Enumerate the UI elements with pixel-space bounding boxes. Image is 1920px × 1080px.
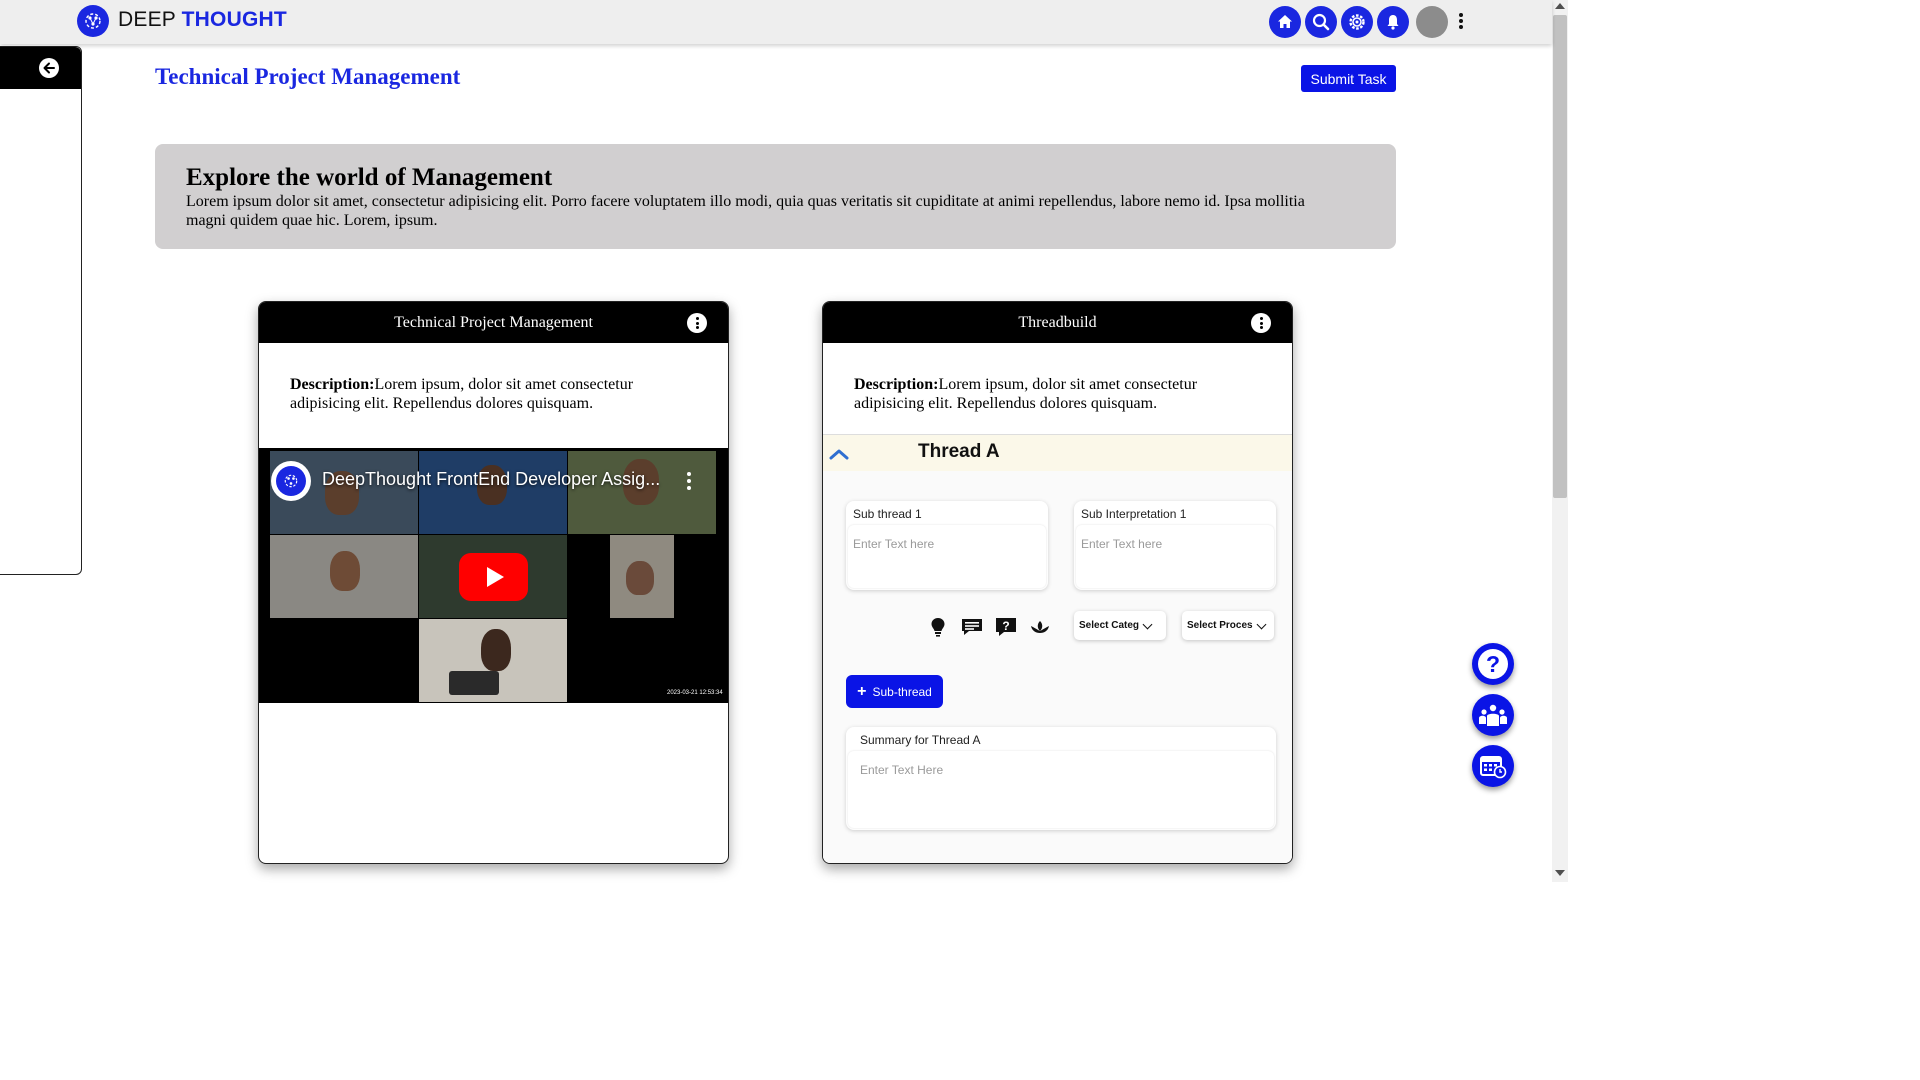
channel-logo-icon[interactable] (271, 461, 311, 501)
card-header: Technical Project Management (259, 302, 728, 343)
kebab-menu-icon[interactable] (1454, 10, 1468, 32)
banner-heading: Explore the world of Management (186, 164, 553, 191)
search-icon[interactable] (1305, 6, 1337, 38)
description-label: Description: (854, 376, 939, 393)
avatar[interactable] (1416, 6, 1448, 38)
summary-placeholder: Enter Text Here (860, 763, 944, 777)
summary-label: Summary for Thread A (860, 733, 981, 747)
sub-interpretation-placeholder: Enter Text here (1081, 537, 1163, 551)
video-tile (419, 619, 567, 702)
card-title: Technical Project Management (394, 313, 593, 331)
brand-word-2: THOUGHT (181, 8, 287, 31)
video-tile (270, 535, 418, 618)
calendar-clock-icon[interactable] (1472, 745, 1514, 787)
video-tile (568, 451, 716, 534)
chevron-down-icon (1142, 619, 1153, 629)
side-panel-header (0, 47, 81, 89)
brand-name[interactable]: DEEP THOUGHT (118, 8, 287, 32)
svg-text:?: ? (1486, 651, 1500, 677)
thread-builder: Thread A Sub thread 1 Enter Text here Su… (823, 434, 1292, 863)
submit-task-button[interactable]: Submit Task (1301, 65, 1396, 92)
card-kebab-icon[interactable] (1251, 313, 1271, 333)
add-sub-thread-label: Sub-thread (872, 684, 932, 699)
sub-thread-label: Sub thread 1 (853, 507, 922, 521)
sub-thread-box: Sub thread 1 Enter Text here (846, 501, 1048, 590)
description-label: Description: (290, 376, 375, 393)
card-description: Description:Lorem ipsum, dolor sit amet … (854, 375, 1254, 413)
card-threadbuild: Threadbuild Description:Lorem ipsum, dol… (822, 301, 1293, 864)
help-question-icon[interactable]: ? (1472, 643, 1514, 685)
brand-word-1: DEEP (118, 8, 176, 31)
deepthought-logo-icon[interactable] (77, 5, 109, 37)
lightbulb-icon[interactable] (927, 616, 949, 638)
sub-thread-input[interactable] (848, 525, 1046, 588)
video-kebab-icon[interactable] (687, 472, 691, 490)
settings-icon[interactable] (1341, 6, 1373, 38)
back-arrow-icon[interactable] (39, 58, 59, 78)
card-header: Threadbuild (823, 302, 1292, 343)
collapse-chevron-icon[interactable] (829, 447, 849, 460)
banner-body: Lorem ipsum dolor sit amet, consectetur … (186, 193, 1305, 229)
thread-header[interactable]: Thread A (823, 435, 1292, 471)
card-kebab-icon[interactable] (687, 313, 707, 333)
lotus-icon[interactable] (1029, 616, 1051, 638)
thread-tool-icons: ? (927, 616, 1051, 638)
video-title[interactable]: DeepThought FrontEnd Developer Assig... (322, 469, 660, 490)
select-process-label: Select Proces (1187, 620, 1253, 631)
scroll-down-arrow-icon[interactable] (1555, 870, 1565, 876)
add-sub-thread-button[interactable]: + Sub-thread (846, 675, 943, 708)
select-category-label: Select Categ (1079, 620, 1140, 631)
bell-icon[interactable] (1377, 6, 1409, 38)
scrollbar-thumb[interactable] (1553, 15, 1567, 498)
select-category-dropdown[interactable]: Select Categ (1074, 611, 1166, 640)
video-tile (419, 451, 567, 534)
side-panel (0, 46, 82, 575)
plus-icon: + (857, 682, 867, 700)
select-process-dropdown[interactable]: Select Proces (1182, 611, 1274, 640)
card-description: Description:Lorem ipsum, dolor sit amet … (290, 375, 690, 413)
play-button-icon[interactable] (459, 553, 528, 601)
comment-icon[interactable] (961, 616, 983, 638)
chevron-down-icon (1256, 619, 1267, 629)
thread-title: Thread A (918, 441, 1000, 462)
sub-interpretation-box: Sub Interpretation 1 Enter Text here (1074, 501, 1276, 590)
video-tile (610, 535, 674, 618)
card-title: Threadbuild (1018, 313, 1097, 331)
sub-thread-placeholder: Enter Text here (853, 537, 935, 551)
top-navbar: DEEP THOUGHT (0, 0, 1552, 44)
video-timestamp: 2023-03-21 12:53:34 (667, 690, 723, 696)
page-title: Technical Project Management (155, 64, 461, 89)
scroll-up-arrow-icon[interactable] (1555, 3, 1565, 9)
sub-interpretation-input[interactable] (1076, 525, 1274, 588)
question-icon[interactable]: ? (995, 616, 1017, 638)
team-meeting-icon[interactable] (1472, 694, 1514, 736)
intro-banner: Explore the world of Management Lorem ip… (155, 144, 1396, 249)
home-icon[interactable] (1269, 6, 1301, 38)
video-player[interactable]: DeepThought FrontEnd Developer Assig... … (259, 448, 728, 703)
nav-icon-group (1269, 6, 1448, 38)
card-technical-project-management: Technical Project Management Description… (258, 301, 729, 864)
svg-text:?: ? (1002, 619, 1009, 633)
sub-interpretation-label: Sub Interpretation 1 (1081, 507, 1187, 521)
summary-box: Summary for Thread A Enter Text Here (846, 727, 1276, 830)
